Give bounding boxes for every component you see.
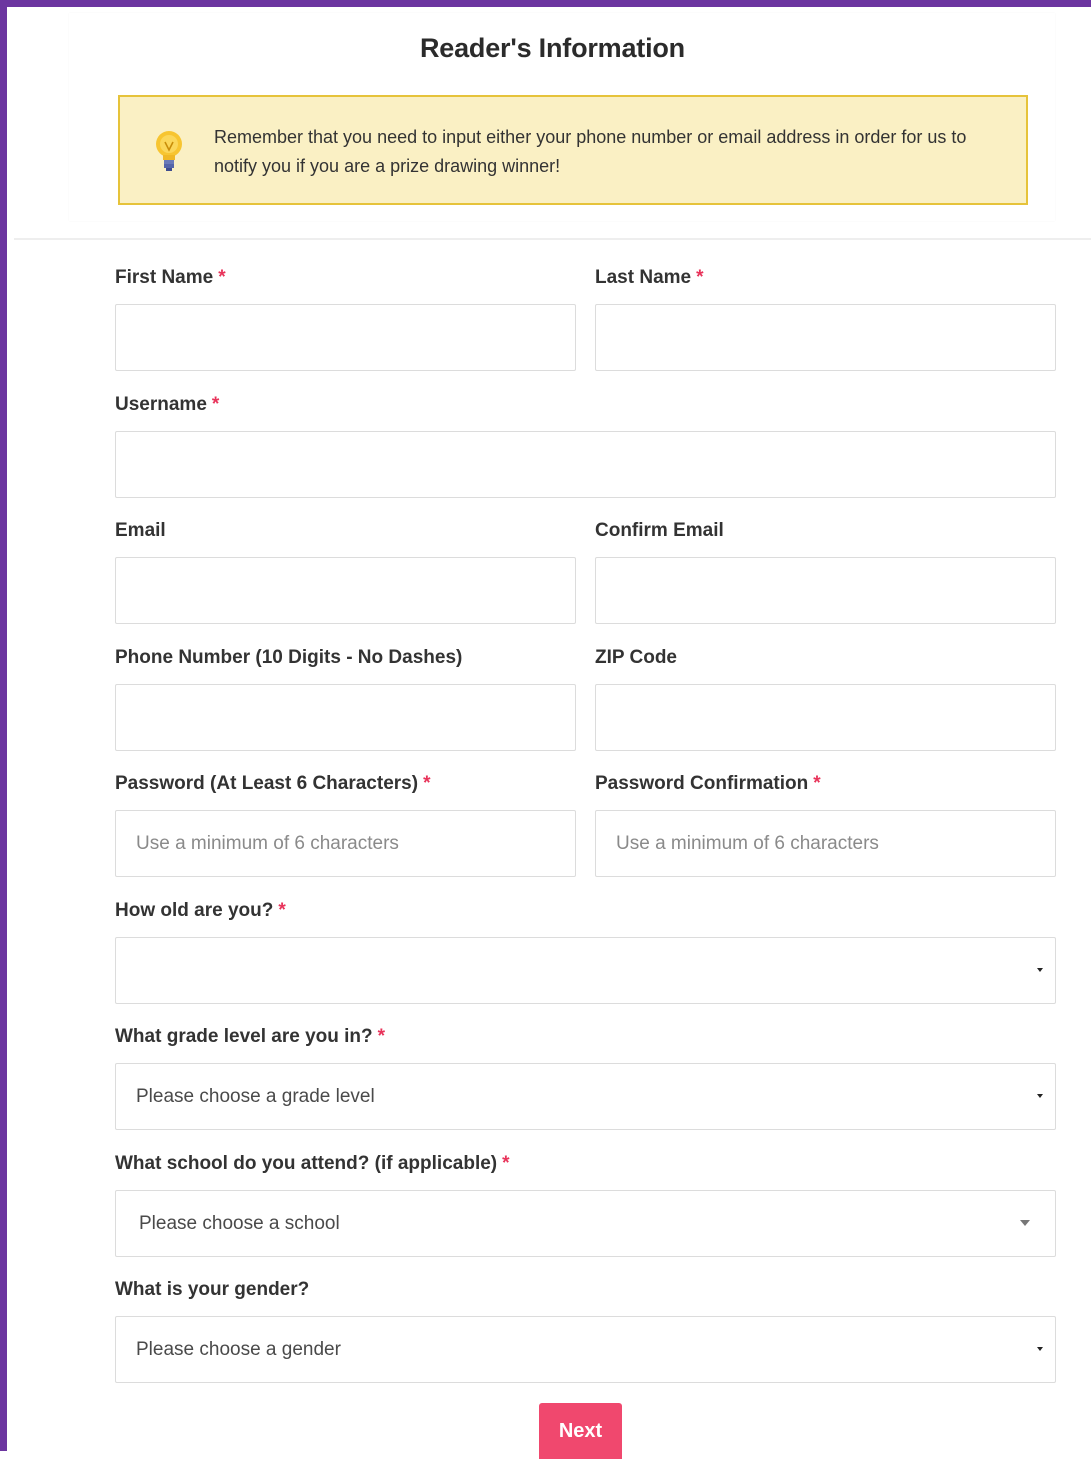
grade-label: What grade level are you in? * bbox=[115, 1026, 385, 1048]
school-label: What school do you attend? (if applicabl… bbox=[115, 1153, 510, 1175]
first-name-label-text: First Name bbox=[115, 267, 214, 288]
school-label-text: What school do you attend? (if applicabl… bbox=[115, 1153, 498, 1174]
required-marker: * bbox=[502, 1153, 510, 1174]
email-input[interactable] bbox=[115, 557, 576, 624]
password-placeholder: Use a minimum of 6 characters bbox=[136, 833, 399, 854]
phone-label: Phone Number (10 Digits - No Dashes) bbox=[115, 647, 462, 669]
password-input[interactable]: Use a minimum of 6 characters bbox=[115, 810, 576, 877]
gender-label: What is your gender? bbox=[115, 1279, 309, 1301]
confirm-email-input[interactable] bbox=[595, 557, 1056, 624]
section-divider bbox=[14, 238, 1091, 240]
confirm-email-label-text: Confirm Email bbox=[595, 520, 724, 541]
password-confirmation-placeholder: Use a minimum of 6 characters bbox=[616, 833, 879, 854]
chevron-down-icon bbox=[1037, 1347, 1043, 1351]
zip-label-text: ZIP Code bbox=[595, 647, 677, 668]
password-label: Password (At Least 6 Characters) * bbox=[115, 773, 430, 795]
zip-input[interactable] bbox=[595, 684, 1056, 751]
first-name-label: First Name * bbox=[115, 267, 226, 289]
username-label-text: Username bbox=[115, 394, 207, 415]
chevron-down-icon bbox=[1037, 968, 1043, 972]
zip-label: ZIP Code bbox=[595, 647, 677, 669]
password-confirmation-input[interactable]: Use a minimum of 6 characters bbox=[595, 810, 1056, 877]
last-name-label-text: Last Name bbox=[595, 267, 692, 288]
required-marker: * bbox=[278, 900, 286, 921]
grade-select[interactable]: Please choose a grade level bbox=[115, 1063, 1056, 1130]
grade-selected-value: Please choose a grade level bbox=[136, 1086, 375, 1107]
school-select[interactable]: Please choose a school bbox=[115, 1190, 1056, 1257]
grade-label-text: What grade level are you in? bbox=[115, 1026, 373, 1047]
page-frame: Reader's Information Remember that you n… bbox=[0, 0, 1091, 1459]
last-name-input[interactable] bbox=[595, 304, 1056, 371]
email-label: Email bbox=[115, 520, 166, 542]
gender-select[interactable]: Please choose a gender bbox=[115, 1316, 1056, 1383]
username-input[interactable] bbox=[115, 431, 1056, 498]
password-confirmation-label-text: Password Confirmation bbox=[595, 773, 809, 794]
page-title: Reader's Information bbox=[420, 33, 685, 63]
age-select[interactable] bbox=[115, 937, 1056, 1004]
first-name-input[interactable] bbox=[115, 304, 576, 371]
chevron-down-icon bbox=[1020, 1220, 1030, 1226]
required-marker: * bbox=[423, 773, 431, 794]
chevron-down-icon bbox=[1037, 1094, 1043, 1098]
password-confirmation-label: Password Confirmation * bbox=[595, 773, 821, 795]
notice-text: Remember that you need to input either y… bbox=[214, 127, 967, 176]
phone-label-text: Phone Number (10 Digits - No Dashes) bbox=[115, 647, 463, 668]
lightbulb-icon bbox=[156, 131, 182, 171]
confirm-email-label: Confirm Email bbox=[595, 520, 724, 542]
required-marker: * bbox=[377, 1026, 386, 1047]
gender-label-text: What is your gender? bbox=[115, 1279, 310, 1300]
phone-input[interactable] bbox=[115, 684, 576, 751]
password-label-text: Password (At Least 6 Characters) bbox=[115, 773, 419, 794]
email-label-text: Email bbox=[115, 520, 166, 541]
age-label: How old are you? * bbox=[115, 900, 286, 922]
notice-box: Remember that you need to input either y… bbox=[118, 95, 1028, 205]
required-marker: * bbox=[218, 267, 226, 288]
school-selected-value: Please choose a school bbox=[139, 1213, 340, 1234]
required-marker: * bbox=[813, 773, 821, 794]
age-label-text: How old are you? bbox=[115, 900, 274, 921]
required-marker: * bbox=[696, 267, 704, 288]
last-name-label: Last Name * bbox=[595, 267, 704, 289]
required-marker: * bbox=[211, 394, 220, 415]
username-label: Username * bbox=[115, 394, 219, 416]
gender-selected-value: Please choose a gender bbox=[136, 1339, 341, 1360]
